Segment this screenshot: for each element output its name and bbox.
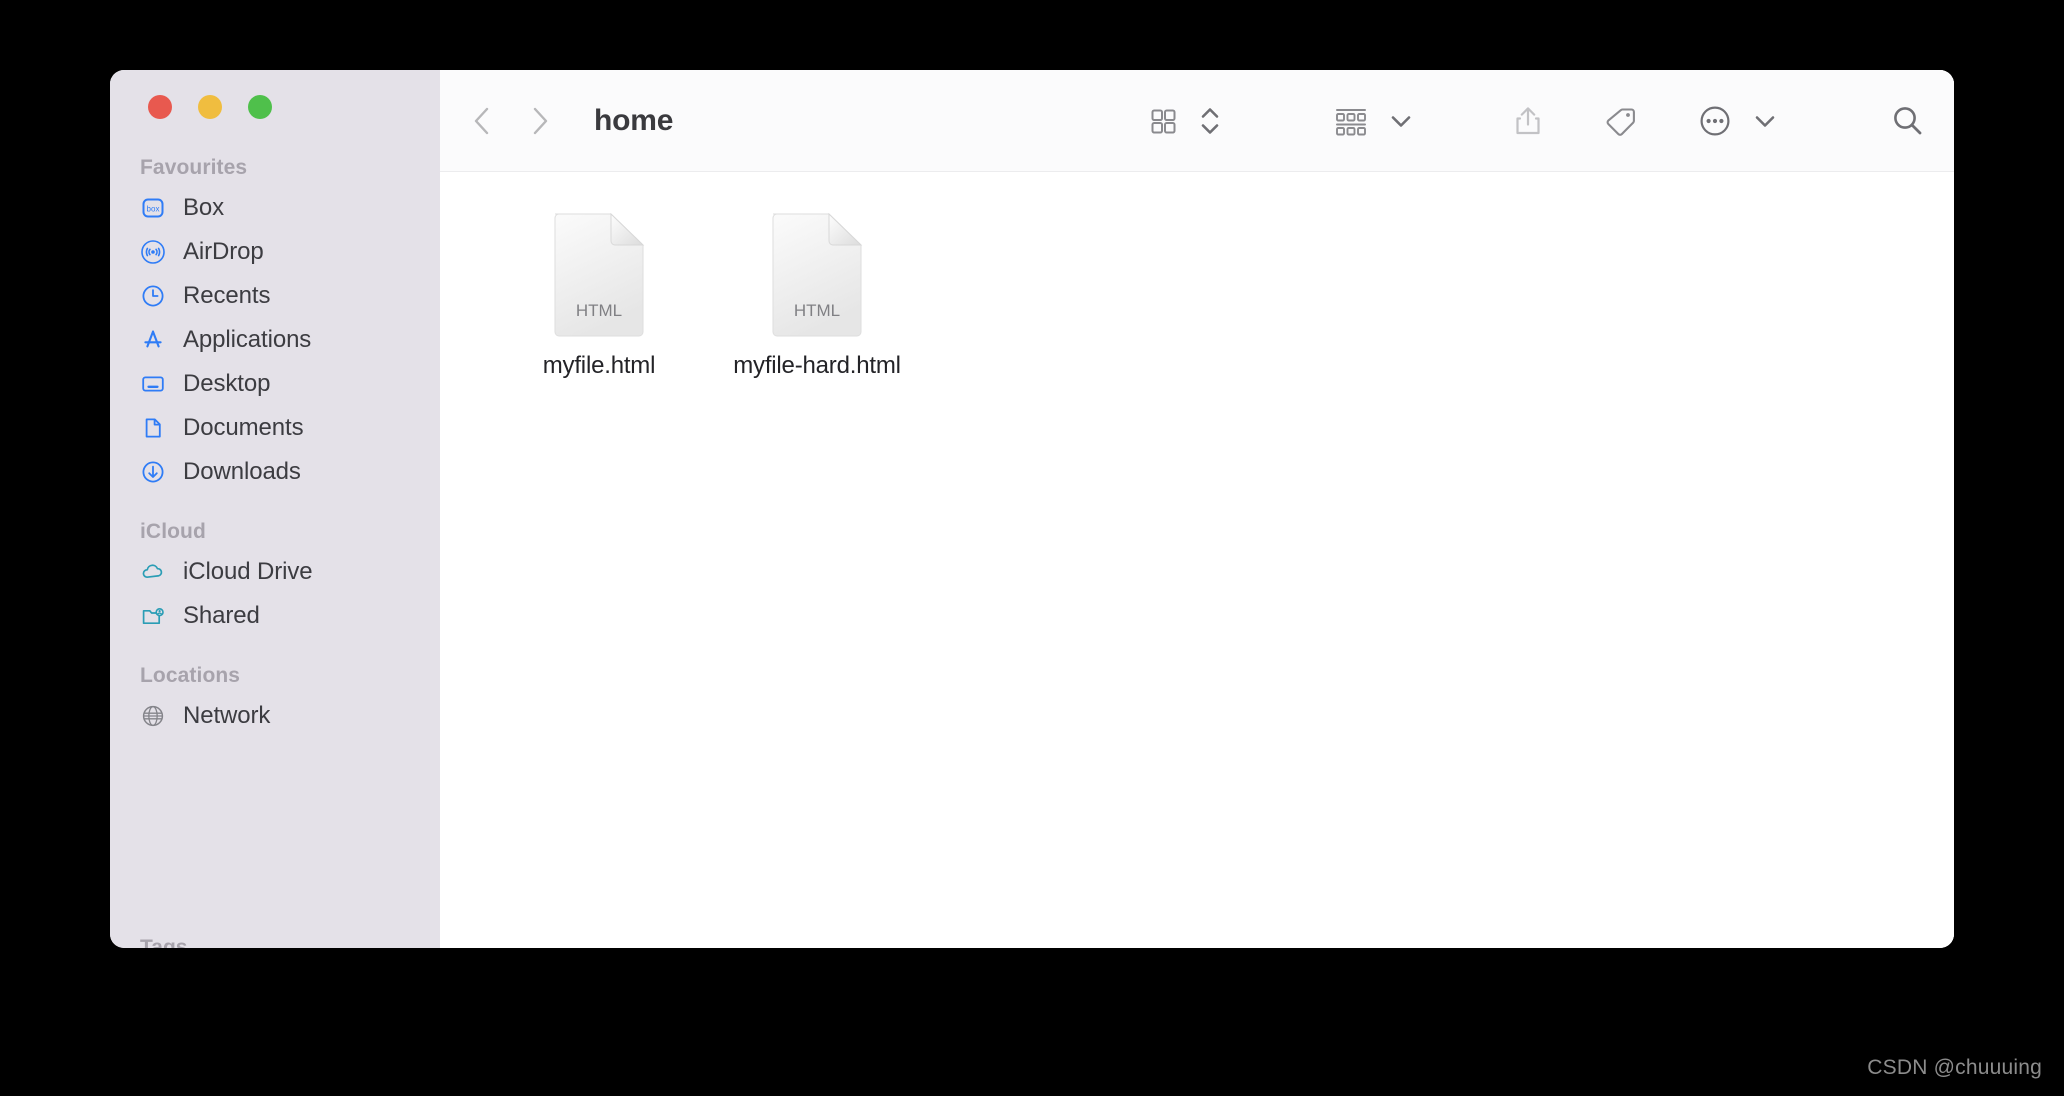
sidebar-item-shared[interactable]: Shared (110, 594, 440, 638)
sidebar-item-label: Shared (183, 602, 260, 629)
cloud-icon (140, 559, 166, 585)
search-magnifier-icon[interactable] (1888, 101, 1928, 141)
window-controls (148, 95, 272, 119)
sidebar-item-desktop[interactable]: Desktop (110, 362, 440, 406)
sidebar-item-label: AirDrop (183, 238, 264, 265)
file-name-label: myfile.html (542, 352, 656, 379)
html-document-icon: HTML (757, 208, 877, 338)
sidebar-item-box[interactable]: box Box (110, 186, 440, 230)
sidebar-item-label: Downloads (183, 458, 301, 485)
file-kind-label: HTML (576, 301, 622, 320)
airdrop-icon (140, 239, 166, 265)
finder-main-pane: home HTML myfile.html HTML myfile-hard.h… (440, 70, 1954, 948)
html-document-icon: HTML (539, 208, 659, 338)
share-up-arrow-icon[interactable] (1510, 102, 1546, 140)
file-item[interactable]: HTML myfile-hard.html (708, 208, 926, 380)
page-title: home (594, 103, 674, 137)
sidebar-item-downloads[interactable]: Downloads (110, 450, 440, 494)
more-actions-chevron-down-icon[interactable] (1752, 108, 1778, 134)
shared-folder-icon (140, 603, 166, 629)
minimize-window-button[interactable] (198, 95, 222, 119)
sidebar-item-label: Box (183, 194, 225, 221)
sidebar-scroll-area[interactable]: Favourites box Box AirDrop Recents Appli… (110, 156, 440, 948)
file-browser-content[interactable]: HTML myfile.html HTML myfile-hard.html (440, 172, 1954, 948)
close-window-button[interactable] (148, 95, 172, 119)
sidebar-item-airdrop[interactable]: AirDrop (110, 230, 440, 274)
file-name-label: myfile-hard.html (733, 352, 901, 379)
finder-window: Favourites box Box AirDrop Recents Appli… (110, 70, 1954, 948)
sidebar-item-applications[interactable]: Applications (110, 318, 440, 362)
sidebar-section-title-tags-clipped: Tags (140, 936, 188, 948)
sidebar-section-title-favourites: Favourites (140, 156, 248, 179)
sidebar-item-label: iCloud Drive (183, 558, 313, 585)
maximize-window-button[interactable] (248, 95, 272, 119)
back-button[interactable] (470, 105, 496, 137)
group-by-controls (1332, 104, 1414, 138)
desktop-background: Favourites box Box AirDrop Recents Appli… (0, 0, 2064, 1096)
sidebar-item-icloud-drive[interactable]: iCloud Drive (110, 550, 440, 594)
chevron-up-down-icon[interactable] (1198, 102, 1222, 140)
toolbar-actions (1146, 101, 1928, 141)
download-arrow-icon (140, 459, 166, 485)
sidebar-item-label: Network (183, 702, 271, 729)
sidebar-item-documents[interactable]: Documents (110, 406, 440, 450)
finder-sidebar: Favourites box Box AirDrop Recents Appli… (110, 70, 440, 948)
sidebar-section-title-locations: Locations (140, 664, 241, 687)
clock-icon (140, 283, 166, 309)
app-store-icon (140, 327, 166, 353)
sidebar-item-label: Desktop (183, 370, 271, 397)
tag-icon[interactable] (1602, 102, 1640, 140)
group-by-chevron-down-icon[interactable] (1388, 108, 1414, 134)
forward-button[interactable] (526, 105, 552, 137)
more-actions-controls (1696, 102, 1778, 140)
sidebar-section-title-icloud: iCloud (140, 520, 206, 543)
group-rows-icon[interactable] (1332, 104, 1370, 138)
svg-text:box: box (147, 205, 160, 214)
file-grid: HTML myfile.html HTML myfile-hard.html (490, 208, 1954, 380)
sidebar-item-network[interactable]: Network (110, 694, 440, 738)
sidebar-item-label: Recents (183, 282, 271, 309)
sidebar-group-icloud: iCloud iCloud Drive Shared (110, 520, 440, 638)
desktop-monitor-icon (140, 371, 166, 397)
sidebar-item-label: Applications (183, 326, 312, 353)
file-kind-label: HTML (794, 301, 840, 320)
box-logo-icon: box (140, 195, 166, 221)
finder-toolbar: home (440, 70, 1954, 172)
globe-icon (140, 703, 166, 729)
watermark-text: CSDN @chuuuing (1867, 1056, 2042, 1079)
ellipsis-circle-icon[interactable] (1696, 102, 1734, 140)
navigation-controls (470, 105, 552, 137)
grid-view-icon[interactable] (1146, 104, 1180, 138)
sidebar-group-locations: Locations Network (110, 664, 440, 738)
sidebar-item-label: Documents (183, 414, 304, 441)
sidebar-group-favourites: Favourites box Box AirDrop Recents Appli… (110, 156, 440, 494)
file-item[interactable]: HTML myfile.html (490, 208, 708, 380)
sidebar-item-recents[interactable]: Recents (110, 274, 440, 318)
view-controls (1146, 102, 1222, 140)
document-page-icon (140, 415, 166, 441)
